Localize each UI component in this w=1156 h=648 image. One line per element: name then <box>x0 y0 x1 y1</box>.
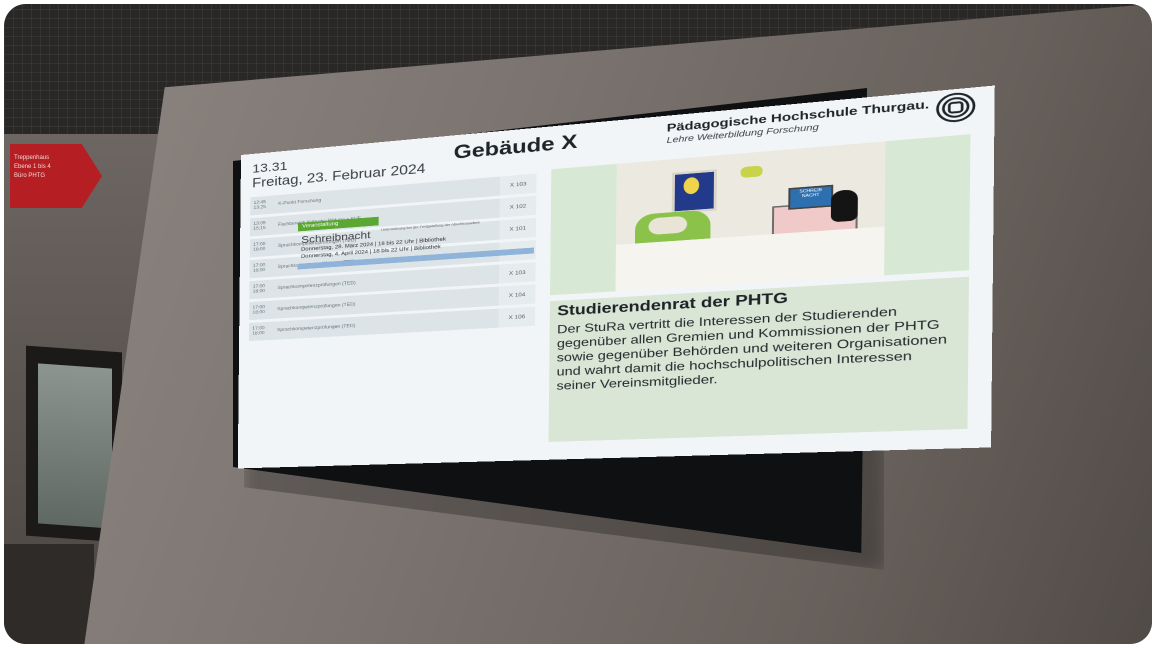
schedule-event: Sprachkompetenzprüfungen (TED) <box>277 302 356 312</box>
event-poster: SCHREIB NACHT <box>550 134 971 296</box>
schedule-room: X 104 <box>498 284 536 306</box>
door-glass <box>38 363 112 529</box>
schedule-room: X 103 <box>498 262 536 284</box>
schedule-list: 12:45 13:25 K-Punkt Forschung X 103 13:05 1… <box>248 173 537 365</box>
cat-illustration <box>830 189 858 223</box>
building-title: Gebäude X <box>453 129 578 163</box>
institution-logo-icon <box>935 90 976 124</box>
floor <box>4 544 94 644</box>
schedule-time: 17:00 18:00 <box>253 242 266 253</box>
schedule-time: 17:00 18:00 <box>252 305 265 316</box>
schedule-time: 12:45 13:25 <box>253 200 266 211</box>
schedule-time: 17:00 18:00 <box>252 326 265 337</box>
schedule-event: Sprachkompetenzprüfungen (TED) <box>276 323 356 333</box>
schedule-room: X 102 <box>499 195 537 218</box>
exit-sign-text: Treppenhaus Ebene 1 bis 4 Büro PHTG <box>14 155 51 179</box>
schedule-time: 17:00 18:00 <box>252 263 266 274</box>
schedule-time: 17:00 18:00 <box>252 284 266 295</box>
schedule-time: 13:05 15:15 <box>253 221 266 232</box>
schedule-room: X 103 <box>499 173 537 196</box>
schedule-room: X 106 <box>498 306 536 328</box>
